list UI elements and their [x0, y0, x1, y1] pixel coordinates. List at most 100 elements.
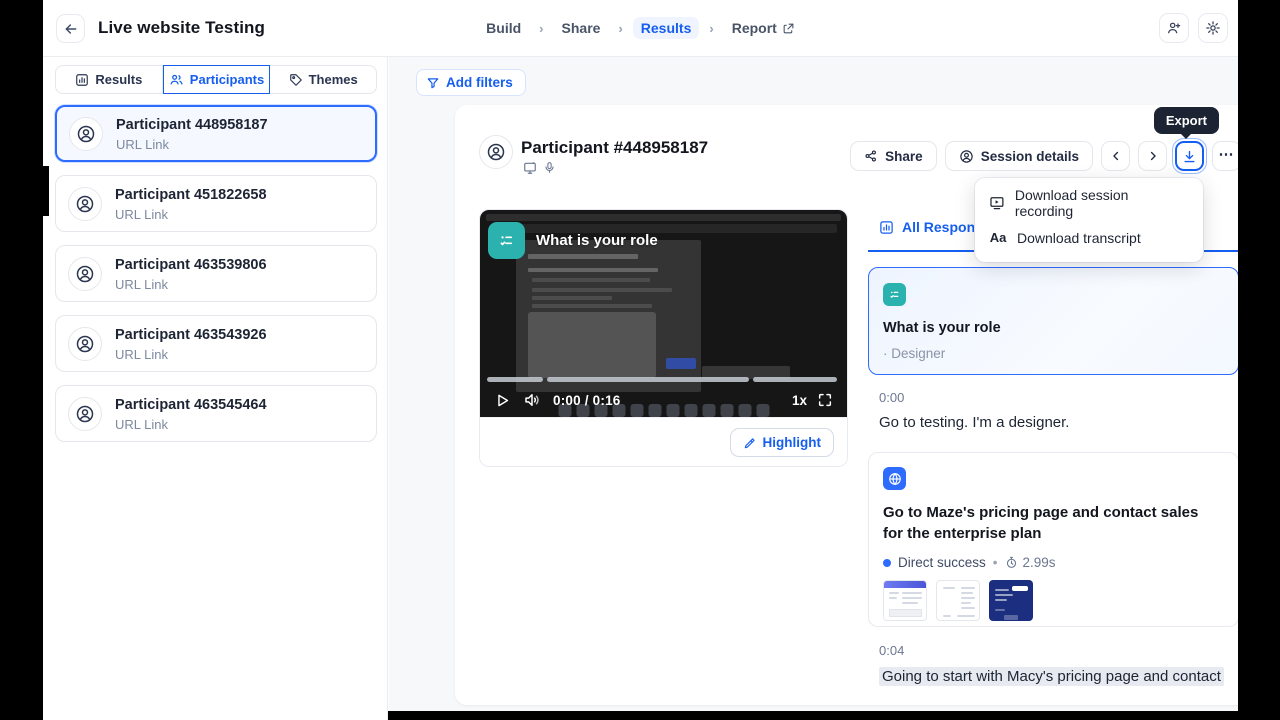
export-tooltip: Export [1154, 107, 1219, 134]
bar-chart-icon [879, 220, 894, 235]
breadcrumb-build[interactable]: Build [478, 17, 529, 39]
screen: Live website Testing Build › Share › Res… [0, 0, 1280, 720]
menu-item-download-recording[interactable]: Download session recording [975, 185, 1203, 220]
next-participant-button[interactable] [1138, 141, 1167, 171]
session-actions: Share Session details [850, 141, 1238, 171]
task-duration: 2.99s [1023, 555, 1056, 570]
task-card[interactable]: Go to Maze's pricing page and contact sa… [868, 452, 1238, 627]
user-circle-icon [76, 124, 96, 144]
avatar [68, 187, 102, 221]
question-answer: · Designer [883, 346, 1224, 361]
user-circle-icon [75, 404, 95, 424]
video-question-title: What is your role [536, 232, 658, 249]
avatar [69, 117, 103, 151]
participant-card[interactable]: Participant 463539806URL Link [55, 245, 377, 302]
tag-icon [289, 73, 303, 87]
participant-card[interactable]: Participant 451822658URL Link [55, 175, 377, 232]
participant-name: Participant #448958187 [521, 138, 708, 158]
task-screenshots [883, 580, 1224, 621]
breadcrumb-results[interactable]: Results [633, 17, 700, 39]
main-content: Add filters Participant #448958187 Share [389, 57, 1238, 720]
user-circle-icon [486, 142, 506, 162]
user-circle-icon [75, 334, 95, 354]
share-icon [864, 149, 878, 163]
app-window: Live website Testing Build › Share › Res… [43, 0, 1238, 720]
session-details-button[interactable]: Session details [945, 141, 1093, 171]
invite-user-button[interactable] [1159, 13, 1189, 43]
dot-separator: • [993, 555, 998, 570]
tab-results[interactable]: Results [55, 65, 163, 94]
share-button[interactable]: Share [850, 141, 937, 171]
video-controls: 0:00 / 0:16 1x [480, 386, 847, 414]
session-card: Participant #448958187 Share Session det… [455, 105, 1238, 705]
export-dropdown-menu: Download session recording Aa Download t… [975, 178, 1203, 262]
participant-list: Participant 448958187URL Link Participan… [55, 105, 377, 442]
microphone-icon [543, 161, 556, 174]
tab-participants[interactable]: Participants [163, 65, 271, 94]
chevron-right-icon [1146, 149, 1160, 163]
video-time: 0:00 / 0:16 [553, 393, 621, 408]
user-circle-icon [75, 264, 95, 284]
gear-icon [1205, 20, 1221, 36]
task-icon [883, 467, 906, 490]
participant-card[interactable]: Participant 463545464URL Link [55, 385, 377, 442]
chevron-right-icon: › [618, 21, 622, 36]
task-status: Direct success [898, 555, 986, 570]
video-card: What is your role 0:00 / 0:16 1x [479, 209, 848, 467]
highlighter-icon [743, 436, 757, 450]
participant-card[interactable]: Participant 463543926URL Link [55, 315, 377, 372]
monitor-play-icon [989, 195, 1005, 211]
participant-card[interactable]: Participant 448958187URL Link [55, 105, 377, 162]
transcript-timestamp[interactable]: 0:00 [879, 390, 1238, 405]
bar-chart-icon [75, 73, 89, 87]
participants-sidebar: Results Participants Themes Participant … [43, 57, 388, 720]
tab-themes[interactable]: Themes [270, 65, 377, 94]
task-thumbnail[interactable] [883, 580, 927, 621]
avatar [68, 327, 102, 361]
session-video-player[interactable]: What is your role 0:00 / 0:16 1x [480, 210, 847, 418]
transcript-entry: 0:00 Go to testing. I'm a designer. [879, 390, 1238, 431]
question-response-card[interactable]: What is your role · Designer [868, 267, 1238, 375]
video-content [486, 214, 841, 221]
status-dot [883, 559, 891, 567]
avatar [68, 257, 102, 291]
transcript-entry: 0:04 Going to start with Macy's pricing … [879, 643, 1238, 686]
highlight-button[interactable]: Highlight [730, 428, 834, 457]
screen-artifact-bottom [388, 711, 1238, 720]
chevron-right-icon: › [539, 21, 543, 36]
participant-avatar [479, 135, 513, 169]
screen-icon [523, 161, 537, 175]
top-bar: Live website Testing Build › Share › Res… [43, 0, 1238, 57]
breadcrumb-report[interactable]: Report [724, 17, 803, 39]
person-add-icon [1166, 20, 1182, 36]
playback-speed-button[interactable]: 1x [792, 393, 807, 408]
breadcrumb-share[interactable]: Share [554, 17, 609, 39]
task-thumbnail[interactable] [989, 580, 1033, 621]
play-icon[interactable] [494, 392, 511, 409]
transcript-text-highlighted[interactable]: Going to start with Macy's pricing page … [879, 667, 1224, 686]
menu-item-download-transcript[interactable]: Aa Download transcript [975, 220, 1203, 255]
checklist-icon [888, 288, 901, 301]
volume-icon[interactable] [523, 391, 541, 409]
export-button[interactable] [1175, 141, 1204, 171]
filter-funnel-icon [426, 76, 440, 90]
more-options-button[interactable]: ⋯ [1212, 141, 1238, 171]
text-icon: Aa [989, 230, 1007, 245]
video-footer: Highlight [480, 417, 847, 466]
sidebar-tabs: Results Participants Themes [55, 65, 377, 94]
ellipsis-icon: ⋯ [1219, 145, 1235, 163]
previous-participant-button[interactable] [1101, 141, 1130, 171]
user-circle-icon [959, 149, 974, 164]
users-icon [169, 72, 184, 87]
checklist-icon [497, 231, 516, 250]
settings-button[interactable] [1198, 13, 1228, 43]
video-progress-bar[interactable] [487, 377, 840, 382]
fullscreen-icon[interactable] [817, 392, 833, 408]
transcript-text[interactable]: Go to testing. I'm a designer. [879, 414, 1238, 431]
transcript-timestamp[interactable]: 0:04 [879, 643, 1238, 658]
question-icon [883, 283, 906, 306]
add-filters-button[interactable]: Add filters [416, 69, 526, 96]
external-link-icon [782, 22, 795, 35]
task-thumbnail[interactable] [936, 580, 980, 621]
question-title: What is your role [883, 320, 1224, 336]
